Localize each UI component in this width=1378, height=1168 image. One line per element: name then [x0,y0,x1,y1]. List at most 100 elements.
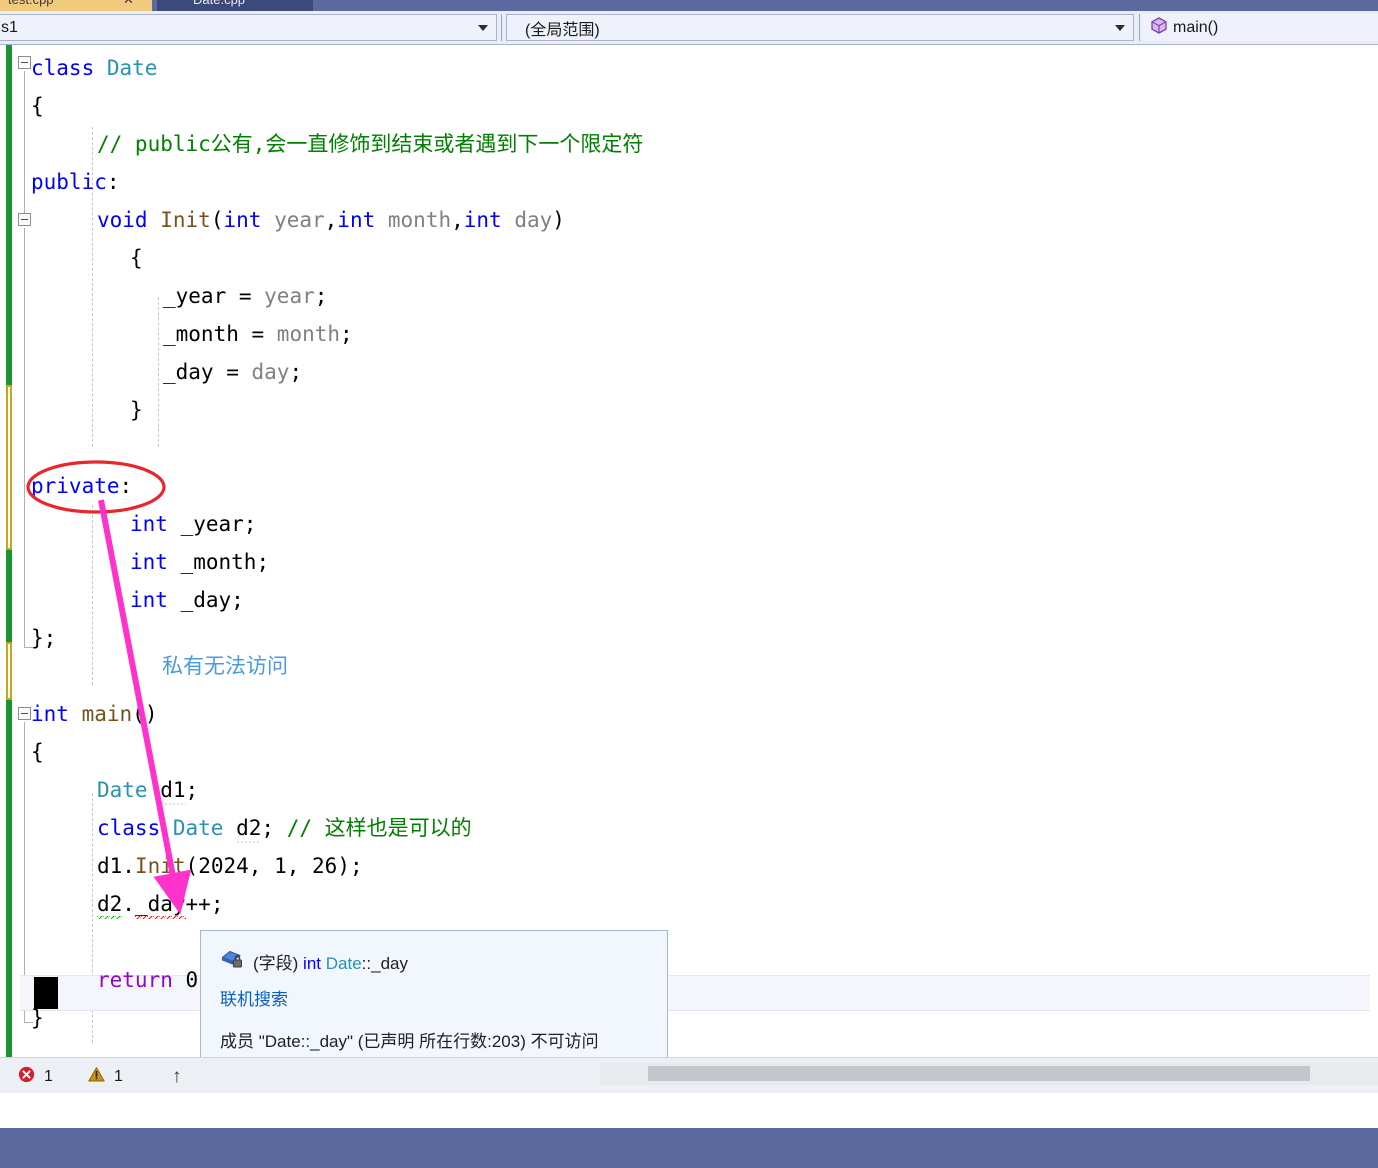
code-line[interactable]: d2._day++; [97,885,223,923]
code-token: ++; [185,892,224,916]
code-line[interactable]: _year = year; [163,277,327,315]
code-line[interactable]: { [130,239,143,277]
tooltip-signature-member: ::_day [361,954,408,973]
code-token: 1 [274,854,287,878]
navbar-separator-1 [501,14,502,41]
code-line[interactable]: int main() [31,695,157,733]
tooltip-signature: (字段) int Date::_day [253,949,408,974]
code-token: Init [160,208,211,232]
code-token: int [130,512,168,536]
code-token: , [451,208,464,232]
code-token: { [31,94,44,118]
code-line[interactable]: }; [31,619,56,657]
code-line[interactable]: _month = month; [163,315,353,353]
warning-count-group[interactable]: 1 [88,1066,123,1088]
code-token: () [132,702,158,726]
code-line[interactable]: { [31,733,44,771]
code-token: public [31,170,107,194]
code-token: 2024 [198,854,249,878]
code-line[interactable]: class Date d2; // 这样也是可以的 [97,809,472,847]
code-token: _month; [167,550,270,574]
code-token: } [31,1006,44,1030]
code-token: int [463,208,502,232]
code-line[interactable]: } [130,391,143,429]
code-token: , [286,854,313,878]
code-text-surface[interactable]: class Date { // public公有,会一直修饰到结束或者遇到下一个限定… [0,45,1378,1057]
code-line[interactable]: return 0; [97,961,211,999]
code-line[interactable]: d1.Init(2024, 1, 26); [97,847,363,885]
code-token: , [248,854,275,878]
chevron-down-icon[interactable] [478,24,488,31]
code-token: void [97,208,148,232]
tooltip-message: 成员 "Date::_day" (已声明 所在行数:203) 不可访问 [220,1032,599,1051]
visual-studio-window: test.cpp ✕ Date.cpp s1 (全局范围) main() [0,0,1378,1168]
tab-test-cpp[interactable]: test.cpp ✕ [0,0,152,11]
error-count-label: 1 [44,1068,53,1085]
code-token: = [226,284,265,308]
horizontal-scrollbar-thumb[interactable] [648,1066,1310,1081]
error-circle-icon [18,1066,35,1088]
code-line[interactable]: Date d1; [97,771,198,809]
code-token: ) [552,208,565,232]
code-token: _month [163,322,239,346]
tooltip-signature-class: Date [325,954,362,973]
code-token: Date [106,56,158,80]
code-line[interactable]: private: [31,467,132,505]
code-token: Init [134,854,186,878]
code-token: _day [134,892,186,919]
nav-previous-issue-button[interactable]: ↑ [172,1066,182,1088]
code-token: int [337,208,376,232]
navbar-separator-2 [1139,14,1140,41]
code-line[interactable]: void Init(int year,int month,int day) [97,201,565,239]
code-line[interactable]: // public公有,会一直修饰到结束或者遇到下一个限定符 [97,125,643,163]
error-count-group[interactable]: 1 [18,1066,53,1088]
code-token: int [223,208,262,232]
scope-dropdown[interactable]: (全局范围) [506,14,1134,41]
code-token: _day; [167,588,244,612]
code-token: year [264,284,315,308]
warning-triangle-icon [88,1066,105,1088]
code-token: ( [210,208,224,232]
code-token: = [238,322,277,346]
code-line[interactable]: public: [31,163,120,201]
code-token: month [276,322,341,346]
code-line[interactable]: _day = day; [163,353,302,391]
close-icon[interactable]: ✕ [123,0,134,8]
code-token: . [122,892,135,916]
member-dropdown[interactable]: main() [1143,14,1378,41]
code-token: int [130,588,168,612]
code-token: class [97,816,161,840]
tab-test-cpp-label: test.cpp [8,0,54,7]
document-tab-strip: test.cpp ✕ Date.cpp [0,0,1378,11]
chevron-down-icon[interactable] [1115,24,1125,31]
code-line[interactable]: { [31,87,44,125]
code-token: = [213,360,252,384]
code-token: ( [185,854,199,878]
horizontal-scrollbar-track[interactable] [600,1063,1378,1085]
tooltip-search-link-top[interactable]: 联机搜索 [220,985,288,1010]
code-line[interactable]: int _day; [130,581,244,619]
code-token: : [106,170,120,194]
code-editor[interactable]: class Date { // public公有,会一直修饰到结束或者遇到下一个限定… [0,45,1378,1057]
code-token: return [97,968,173,992]
tab-date-cpp[interactable]: Date.cpp [157,0,313,11]
tab-strip-filler [313,0,1378,11]
code-line[interactable]: int _month; [130,543,269,581]
scope-dropdown-value: (全局范围) [525,21,600,39]
code-token: { [130,246,143,270]
panel-gap [0,1093,1378,1128]
annotation-label-private-inaccessible: 私有无法访问 [162,655,288,678]
code-line[interactable]: class Date [31,49,157,87]
code-line[interactable]: int _year; [130,505,256,543]
code-token: { [31,740,44,764]
code-token: day [514,208,553,232]
code-token: , [324,208,338,232]
project-dropdown[interactable]: s1 [0,14,497,41]
arrow-up-icon: ↑ [172,1066,182,1087]
code-line[interactable]: } [31,999,44,1037]
